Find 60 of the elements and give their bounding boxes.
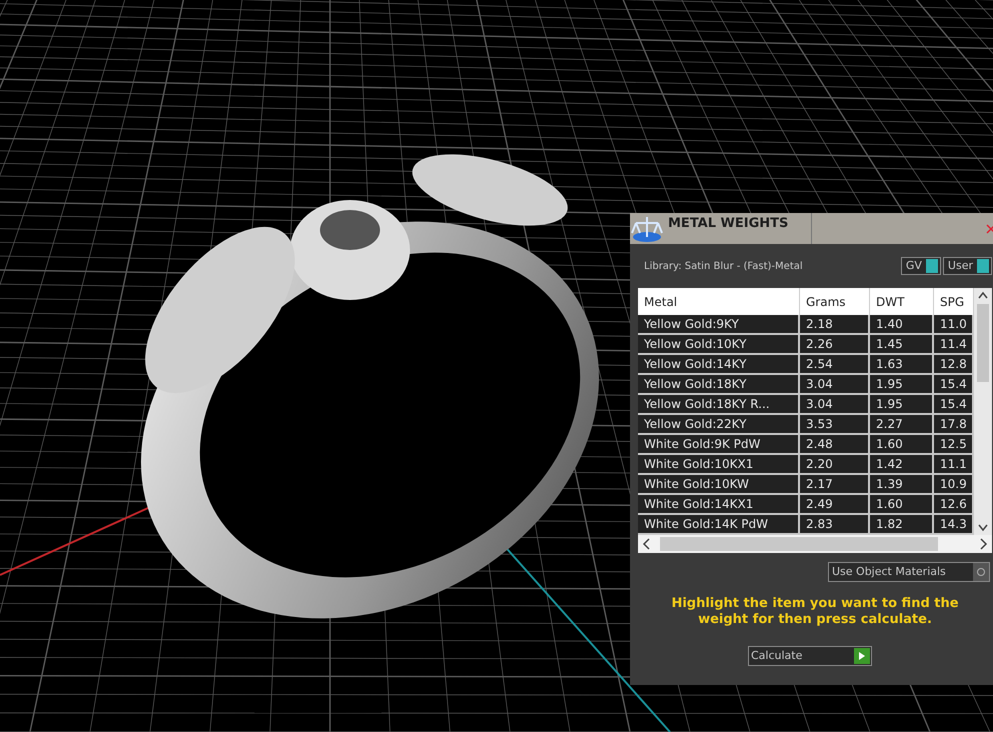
horizontal-scrollbar[interactable] <box>638 535 992 553</box>
table-cell: Yellow Gold:10KY <box>638 335 800 353</box>
table-cell: 11.1 <box>934 455 974 473</box>
table-cell: 2.49 <box>800 495 870 513</box>
table-cell: White Gold:14K PdW <box>638 515 800 533</box>
table-cell: 15.4 <box>934 395 974 413</box>
table-cell: White Gold:9K PdW <box>638 435 800 453</box>
table-cell: 2.17 <box>800 475 870 493</box>
table-cell: 1.95 <box>870 375 934 393</box>
toggle-indicator-icon <box>926 259 938 273</box>
vertical-scrollbar[interactable] <box>974 288 992 535</box>
table-cell: 1.39 <box>870 475 934 493</box>
table-cell: 15.4 <box>934 375 974 393</box>
library-label: Library: Satin Blur - (Fast)-Metal <box>644 260 804 274</box>
table-cell: 14.3 <box>934 515 974 533</box>
table-cell: White Gold:10KW <box>638 475 800 493</box>
table-cell: 2.26 <box>800 335 870 353</box>
toggle-button[interactable]: GV <box>900 257 941 275</box>
table-cell: 1.42 <box>870 455 934 473</box>
table-cell: 3.53 <box>800 415 870 433</box>
table-cell: 2.18 <box>800 315 870 333</box>
table-cell: 1.45 <box>870 335 934 353</box>
table-cell: 1.82 <box>870 515 934 533</box>
toggle-button[interactable]: User <box>942 257 992 275</box>
table-cell: 11.4 <box>934 335 974 353</box>
panel-title: METAL WEIGHTS <box>668 213 812 244</box>
instruction-text: Highlight the item you want to find the weight for then press calculate. <box>670 596 960 628</box>
table-cell: 1.40 <box>870 315 934 333</box>
scroll-thumb[interactable] <box>660 537 938 551</box>
table-cell: 12.5 <box>934 435 974 453</box>
table-cell: 2.48 <box>800 435 870 453</box>
close-icon[interactable] <box>986 224 993 234</box>
table-cell: Yellow Gold:18KY R... <box>638 395 800 413</box>
table-cell: 1.60 <box>870 435 934 453</box>
table-cell: 1.60 <box>870 495 934 513</box>
table-cell: Yellow Gold:18KY <box>638 375 800 393</box>
table-cell: 2.27 <box>870 415 934 433</box>
table-cell: 1.95 <box>870 395 934 413</box>
table-cell: Yellow Gold:22KY <box>638 415 800 433</box>
table-cell: Yellow Gold:14KY <box>638 355 800 373</box>
table-cell: 2.20 <box>800 455 870 473</box>
table-cell: 10.9 <box>934 475 974 493</box>
table-cell: 12.6 <box>934 495 974 513</box>
table-cell: 2.54 <box>800 355 870 373</box>
table-cell: 11.0 <box>934 315 974 333</box>
use-object-materials-toggle[interactable]: Use Object Materials <box>828 562 990 582</box>
table-cell: White Gold:14KX1 <box>638 495 800 513</box>
table-cell: 3.04 <box>800 395 870 413</box>
toggle-indicator-icon <box>977 259 989 273</box>
table-cell: Yellow Gold:9KY <box>638 315 800 333</box>
calculate-button[interactable]: Calculate <box>748 646 872 666</box>
table-cell: 3.04 <box>800 375 870 393</box>
table-cell: White Gold:10KX1 <box>638 455 800 473</box>
play-icon <box>854 648 870 664</box>
table-cell: 2.83 <box>800 515 870 533</box>
table-cell: 1.63 <box>870 355 934 373</box>
table-cell: 12.8 <box>934 355 974 373</box>
radio-indicator-icon <box>973 563 989 581</box>
table-cell: 17.8 <box>934 415 974 433</box>
scroll-thumb[interactable] <box>977 304 989 382</box>
